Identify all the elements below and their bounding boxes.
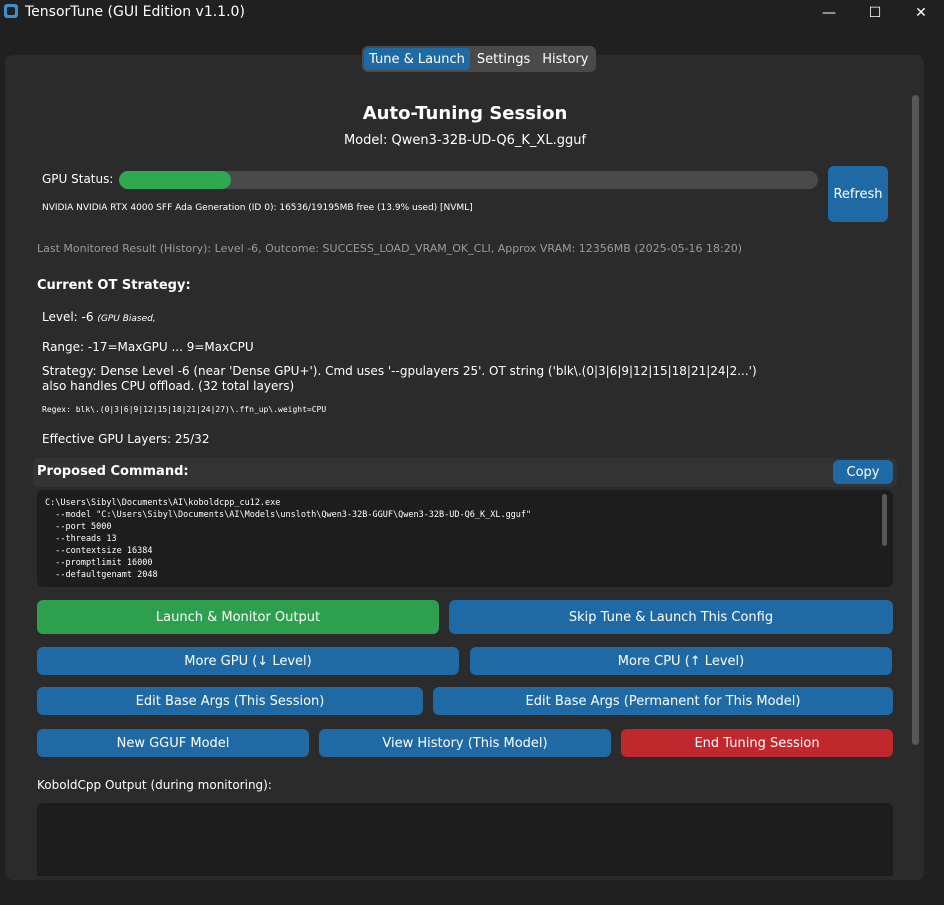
more-gpu-button[interactable]: More GPU (↓ Level) (37, 647, 459, 675)
gpu-detail-text: NVIDIA NVIDIA RTX 4000 SFF Ada Generatio… (42, 203, 473, 213)
copy-button[interactable]: Copy (833, 460, 893, 484)
main-scrollbar-thumb[interactable] (912, 95, 919, 745)
model-name: Model: Qwen3-32B-UD-Q6_K_XL.gguf (343, 133, 587, 148)
strategy-range: Range: -17=MaxGPU ... 9=MaxCPU (42, 340, 254, 354)
session-title: Auto-Tuning Session (362, 103, 568, 124)
skip-tune-launch-button[interactable]: Skip Tune & Launch This Config (449, 600, 893, 634)
strategy-level: Level: -6 (GPU Biased, (42, 310, 156, 324)
end-tuning-session-button[interactable]: End Tuning Session (621, 729, 893, 757)
launch-monitor-button[interactable]: Launch & Monitor Output (37, 600, 439, 634)
gpu-status-label: GPU Status: (42, 172, 114, 186)
strategy-level-value: Level: -6 (42, 310, 94, 324)
tab-history[interactable]: History (537, 48, 593, 70)
gpu-usage-bar (119, 171, 818, 189)
gpu-usage-bar-fill (119, 171, 231, 189)
command-text: C:\Users\Sibyl\Documents\AI\koboldcpp_cu… (45, 498, 532, 580)
command-scrollbar[interactable] (882, 494, 887, 546)
strategy-description-line1: Strategy: Dense Level -6 (near 'Dense GP… (42, 364, 757, 378)
proposed-command-title: Proposed Command: (37, 464, 189, 479)
more-cpu-button[interactable]: More CPU (↑ Level) (470, 647, 892, 675)
strategy-level-note: (GPU Biased, (97, 314, 156, 324)
minimize-icon[interactable]: — (806, 0, 852, 26)
title-bar: TensorTune (GUI Edition v1.1.0) — ☐ ✕ (0, 0, 944, 26)
koboldcpp-output-textbox[interactable] (37, 803, 893, 876)
view-history-button[interactable]: View History (This Model) (319, 729, 611, 757)
new-gguf-model-button[interactable]: New GGUF Model (37, 729, 309, 757)
koboldcpp-output-label: KoboldCpp Output (during monitoring): (37, 778, 272, 792)
last-monitored-result: Last Monitored Result (History): Level -… (37, 242, 743, 255)
app-logo-icon (4, 4, 18, 18)
refresh-button[interactable]: Refresh (828, 166, 888, 222)
edit-base-args-permanent-button[interactable]: Edit Base Args (Permanent for This Model… (433, 687, 893, 715)
edit-base-args-session-button[interactable]: Edit Base Args (This Session) (37, 687, 423, 715)
window-title: TensorTune (GUI Edition v1.1.0) (25, 4, 245, 20)
strategy-section-title: Current OT Strategy: (37, 278, 191, 293)
strategy-description-line2: also handles CPU offload. (32 total laye… (42, 379, 295, 393)
maximize-icon[interactable]: ☐ (852, 0, 898, 26)
close-icon[interactable]: ✕ (898, 0, 944, 26)
tab-tune-launch[interactable]: Tune & Launch (364, 48, 470, 70)
effective-gpu-layers: Effective GPU Layers: 25/32 (42, 432, 210, 446)
tab-settings[interactable]: Settings (472, 48, 535, 70)
tab-bar: Tune & Launch Settings History (362, 46, 596, 72)
command-textbox[interactable]: C:\Users\Sibyl\Documents\AI\koboldcpp_cu… (37, 490, 893, 587)
strategy-regex: Regex: blk\.(0|3|6|9|12|15|18|21|24|27)\… (42, 405, 327, 414)
